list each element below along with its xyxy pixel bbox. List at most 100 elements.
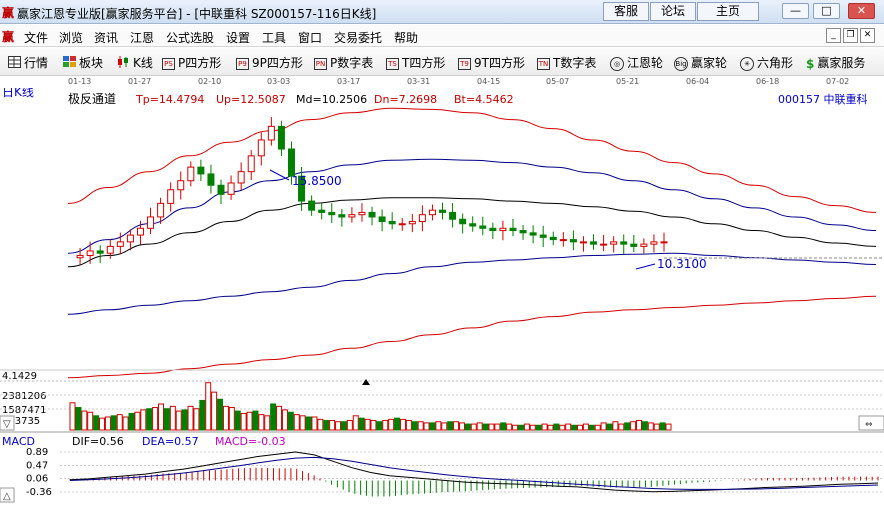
volume-bar [175,410,182,431]
candle-down [620,241,628,245]
mdi-minimize-button[interactable]: _ [826,28,841,43]
toolbar-t-square[interactable]: TS T四方形 [386,54,445,71]
volume-bar [653,423,660,431]
volume-bar [512,424,519,431]
mdi-close-button[interactable]: ✕ [860,28,875,43]
volume-bar [388,418,395,431]
toolbar-hexagon[interactable]: ✳ 六角形 [740,54,793,71]
maximize-button[interactable]: □ [813,3,840,19]
band-line-bt [67,295,877,379]
volume-bar [405,420,412,431]
menu-tools[interactable]: 工具 [262,29,286,46]
volume-bar [559,424,566,431]
date-tick: 01-27 [128,77,152,86]
candle-up [660,241,668,244]
candle-up [398,223,406,226]
macd-axis-label: 0.06 [26,474,48,485]
zoom-icon: ⇔ [865,420,873,430]
volume-bar [93,415,100,431]
panel-label: 日K线 [2,88,34,99]
toolbar-quotes[interactable]: 行情 [8,54,48,71]
price-axis-low: 4.1429 [2,371,37,382]
volume-bar [352,415,359,431]
volume-bar [270,403,277,431]
candle-down [338,214,346,218]
candle-up [76,254,84,259]
homepage-button[interactable]: 主页 [697,2,759,21]
date-tick: 03-17 [337,77,361,86]
candle-up [147,216,155,229]
volume-bar [264,415,271,431]
volume-bar [187,405,194,431]
volume-bar [506,423,513,431]
menu-window[interactable]: 窗口 [298,29,322,46]
toolbar-gann-wheel[interactable]: ◎ 江恩轮 [610,54,663,71]
volume-bar [134,411,141,431]
toolbar-winner-service[interactable]: $ 赢家服务 [806,54,865,71]
app-window: { "window":{"logo":"赢","title":"赢家江恩专业版[… [0,0,884,506]
macd-series [69,451,879,497]
candle-up [650,241,658,245]
volume-bar [317,418,324,431]
menu-browse[interactable]: 浏览 [59,29,83,46]
candle-up [428,209,436,216]
candle-up [237,171,245,184]
volume-bar [435,421,442,431]
volume-bar [470,423,477,431]
toolbar-p-square[interactable]: PS P四方形 [162,54,221,71]
toolbar-hexagon-label: 六角形 [757,56,794,70]
customer-service-button[interactable]: 客服 [603,2,649,21]
kline-chart[interactable]: 日K线 极反通道 Tp=14.4794 Up=12.5087 Md=10.250… [0,85,884,506]
chevron-down-icon: ▽ [3,419,11,430]
menu-info[interactable]: 资讯 [94,29,118,46]
toolbar-9t-square[interactable]: T9 9T四方形 [458,54,525,71]
dollar-icon: $ [806,56,815,71]
volume-bar [606,423,613,431]
volume-bar [541,423,548,431]
candle-down [459,218,467,225]
high-annotation-line [269,169,290,181]
close-button[interactable]: ✕ [848,3,875,19]
toolbar-winner-wheel[interactable]: Big 赢家轮 [674,54,727,71]
mdi-restore-button[interactable]: ❐ [843,28,858,43]
menu-formula-select[interactable]: 公式选股 [166,29,214,46]
menu-help[interactable]: 帮助 [394,29,418,46]
candle-down [217,184,225,195]
tp-value: Tp=14.4794 [135,93,204,106]
bt-value: Bt=4.5462 [454,93,514,106]
volume-bar [199,399,206,431]
volume-bar [588,424,595,431]
volume-bar [647,422,654,431]
menu-gann[interactable]: 江恩 [130,29,154,46]
minimize-button[interactable]: — [782,3,809,19]
macd-axis-label: -0.36 [26,487,52,498]
volume-bar [169,405,176,431]
toolbar-9p-square[interactable]: P9 9P四方形 [236,54,303,71]
toolbar-t-square-label: T四方形 [402,56,446,70]
toolbar-t-table[interactable]: TN T数字表 [537,54,596,71]
toolbar-blocks[interactable]: 板块 [63,54,103,71]
toolbar-kline[interactable]: K线 [117,54,153,71]
forum-button[interactable]: 论坛 [650,2,696,21]
volume-bar [346,420,353,431]
ps-icon: PS [162,57,175,70]
grid-icon [8,56,21,71]
volume-bar [376,421,383,431]
title-bar: 赢 赢家江恩专业版[赢家服务平台] - [中联重科 SZ000157-116日K… [0,0,884,24]
date-tick: 07-02 [826,77,850,86]
toolbar-kline-label: K线 [133,56,153,70]
toolbar-p-table[interactable]: PN P数字表 [314,54,373,71]
menu-trade[interactable]: 交易委托 [334,29,382,46]
candle-down [539,234,547,238]
volume-bar [293,414,300,431]
candle-down [328,211,336,216]
volume-bar [299,415,306,431]
volume-bar [553,423,560,431]
volume-bar [287,411,294,431]
menu-settings[interactable]: 设置 [226,29,250,46]
menu-file[interactable]: 文件 [24,29,48,46]
volume-bar [594,424,601,431]
dea-value: DEA=0.57 [142,435,199,448]
candle-down [368,211,376,218]
volume-bar [205,382,212,431]
